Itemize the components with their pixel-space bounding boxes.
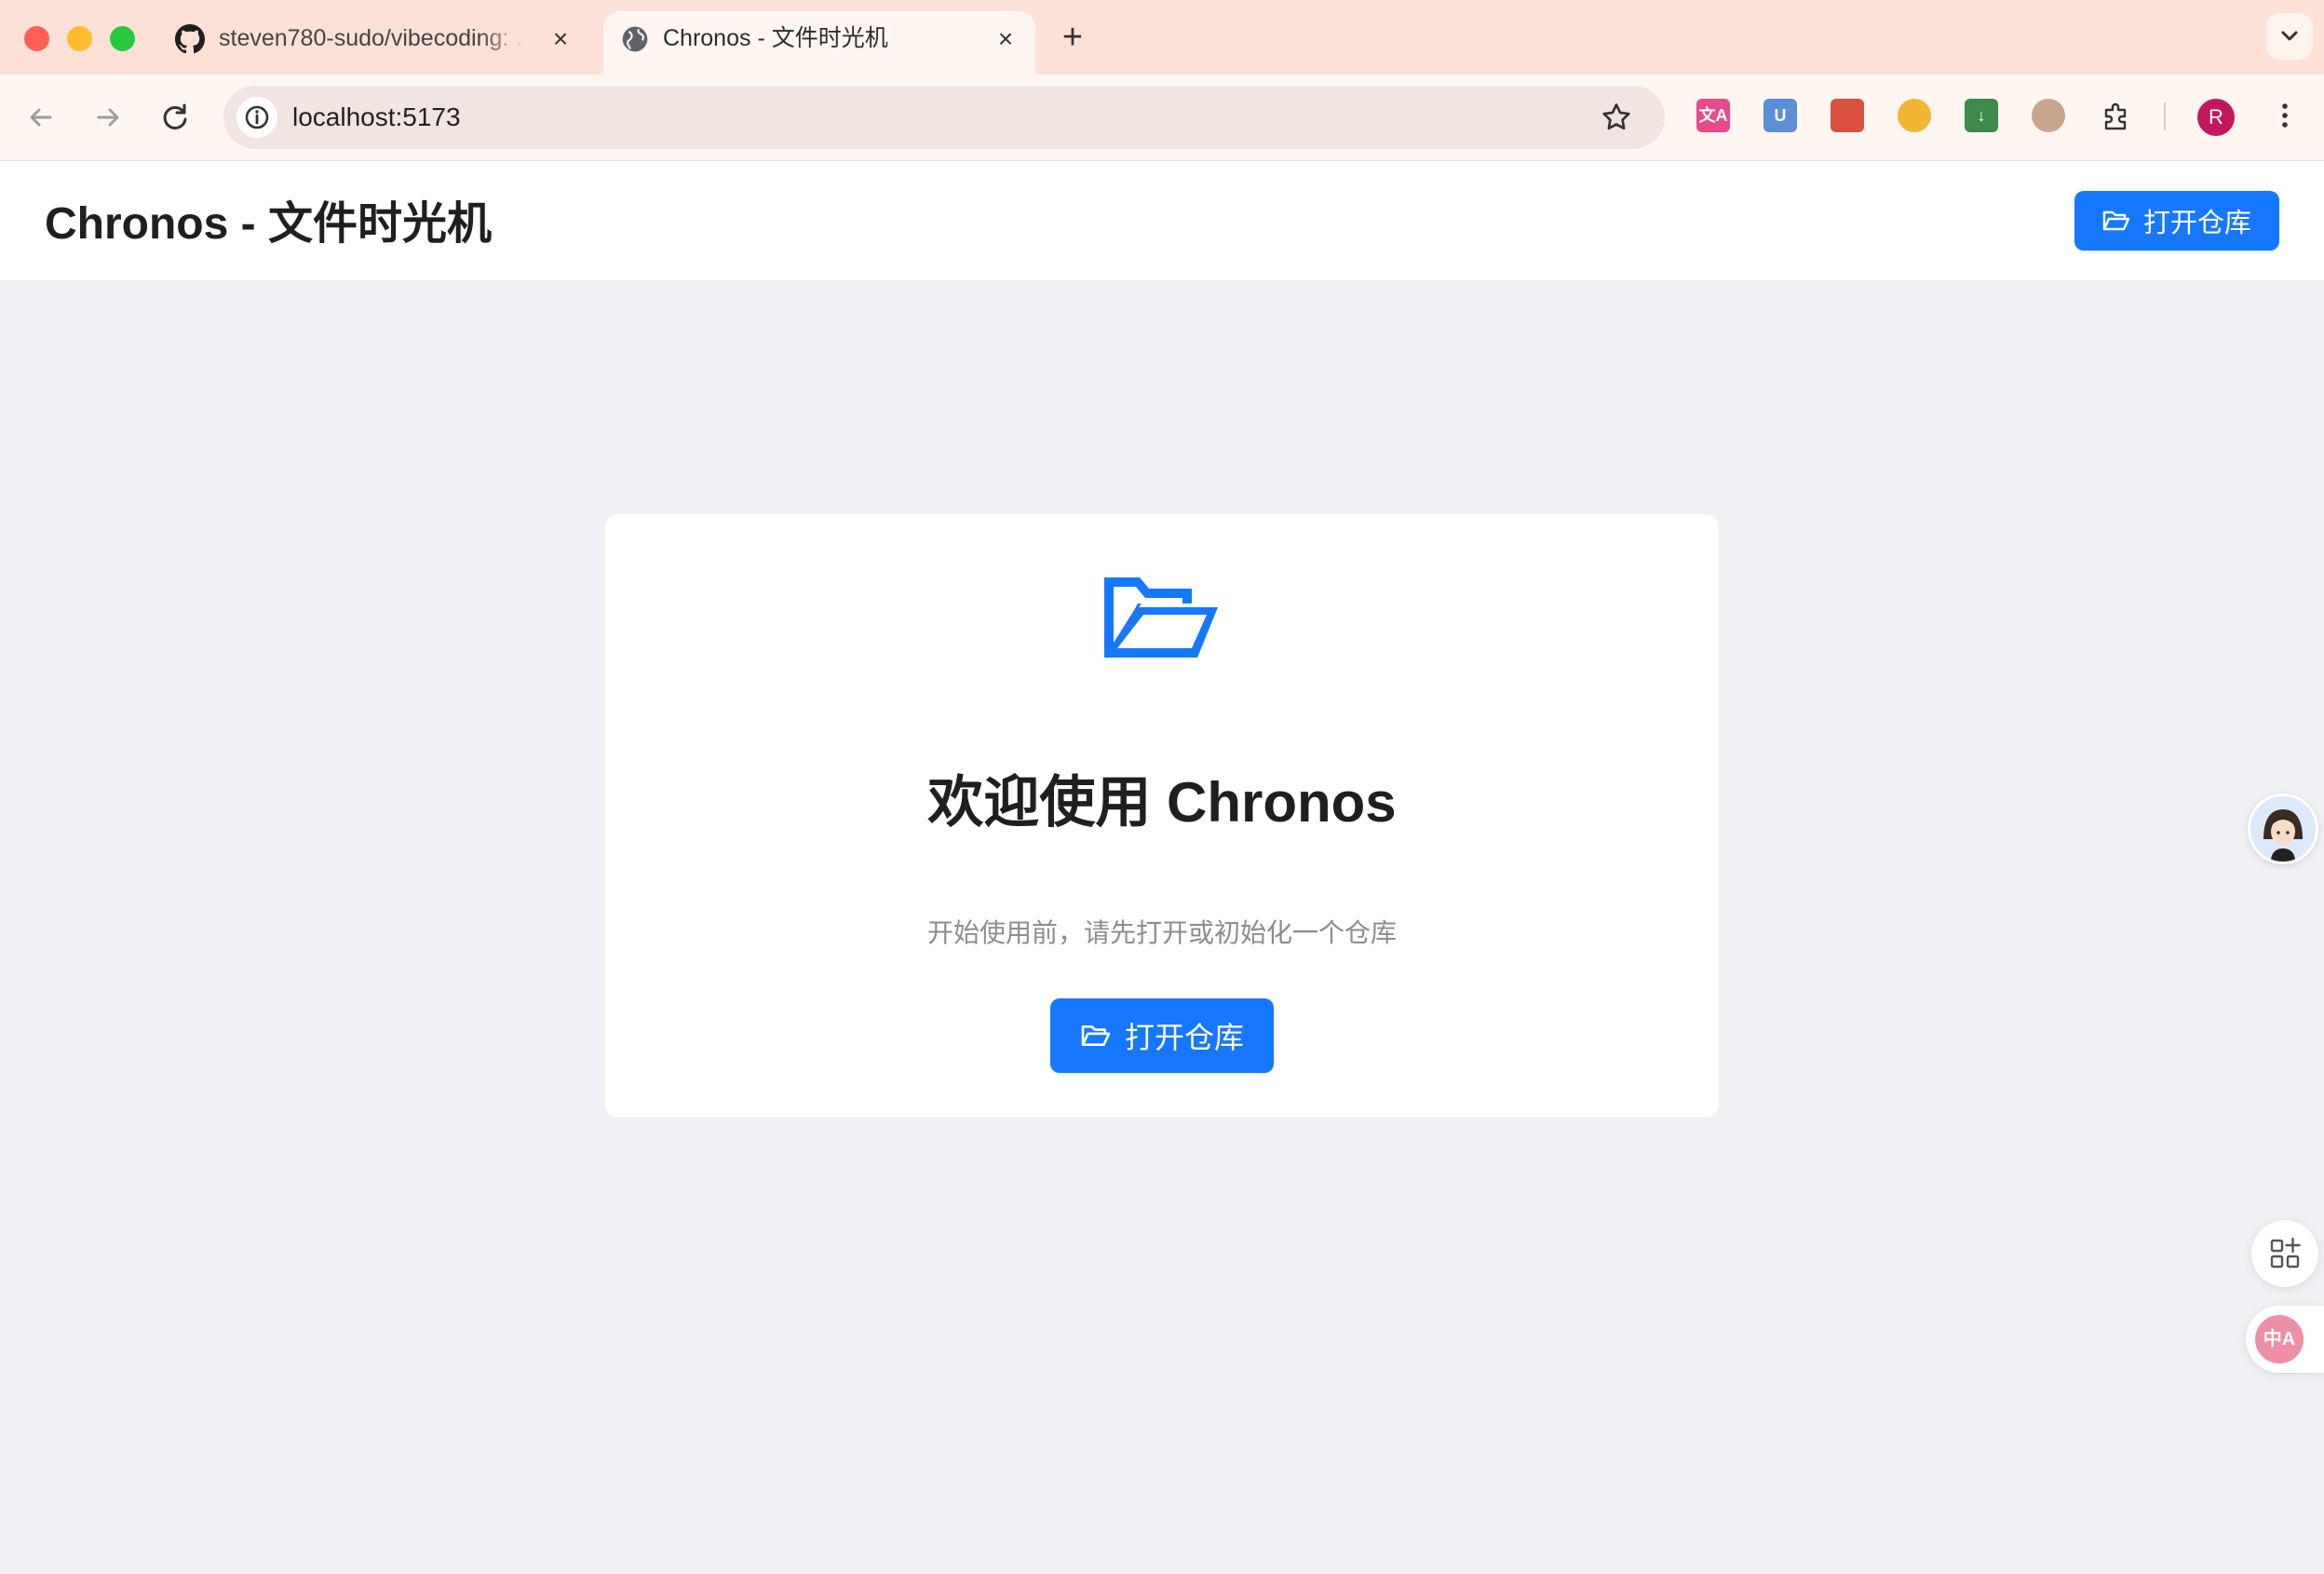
translate-icon[interactable]: 文A (1696, 99, 1730, 132)
tab-strip: steven780-sudo/vibecoding: … × Chronos -… (0, 0, 2324, 75)
tab-github[interactable]: steven780-sudo/vibecoding: … × (166, 11, 594, 75)
open-repository-label: 打开仓库 (2142, 209, 2251, 238)
translate-icon: 中A (2255, 1315, 2304, 1364)
tab-search-button[interactable] (2266, 13, 2313, 60)
bird-extension-icon[interactable] (1831, 99, 1864, 132)
close-window-button[interactable] (24, 26, 49, 51)
tab-chronos[interactable]: Chronos - 文件时光机 × (603, 11, 1035, 75)
github-icon (175, 24, 205, 54)
profile-avatar[interactable]: R (2197, 99, 2235, 136)
welcome-card: 欢迎使用 Chronos 开始使用前，请先打开或初始化一个仓库 打开仓库 (605, 514, 1719, 1118)
close-icon[interactable]: × (547, 26, 574, 52)
chevron-down-icon (2281, 31, 2298, 41)
download-extension-icon[interactable]: ↓ (1965, 99, 1998, 132)
translate-widget[interactable]: 中A (2246, 1306, 2324, 1373)
tab-title: Chronos - 文件时光机 (663, 25, 888, 51)
tab-title: steven780-sudo/vibecoding: … (219, 25, 526, 51)
extensions-puzzle-icon[interactable] (2099, 99, 2132, 132)
welcome-description: 开始使用前，请先打开或初始化一个仓库 (926, 918, 1397, 947)
open-repository-button[interactable]: 打开仓库 (1050, 998, 1274, 1073)
more-menu-icon[interactable] (2268, 99, 2302, 132)
url-text: localhost:5173 (292, 102, 461, 131)
globe-icon (622, 26, 648, 52)
minimize-window-button[interactable] (67, 26, 92, 51)
address-bar[interactable]: localhost:5173 (223, 86, 1665, 149)
maximize-window-button[interactable] (110, 26, 135, 51)
assistant-avatar-icon (2250, 796, 2316, 862)
page-title: Chronos - 文件时光机 (45, 199, 492, 249)
assistant-avatar-button[interactable] (2248, 794, 2318, 864)
apps-grid-icon (2270, 1237, 2301, 1269)
u-extension-icon[interactable]: U (1763, 99, 1797, 132)
apps-widget-button[interactable] (2251, 1220, 2318, 1287)
site-info-button[interactable] (236, 97, 277, 138)
app-header: Chronos - 文件时光机 打开仓库 (0, 161, 2324, 280)
forward-icon[interactable] (88, 97, 128, 138)
avatar-extension-icon[interactable] (2032, 99, 2065, 132)
folder-open-icon (2102, 210, 2130, 231)
info-icon (245, 105, 269, 129)
open-repository-button[interactable]: 打开仓库 (2074, 191, 2279, 251)
open-repository-label: 打开仓库 (1124, 1021, 1244, 1054)
reload-icon[interactable] (155, 97, 196, 138)
back-icon[interactable] (20, 97, 61, 138)
cat-extension-icon[interactable] (1898, 99, 1931, 132)
bookmark-star-icon[interactable] (1600, 101, 1633, 134)
close-icon[interactable]: × (993, 26, 1019, 52)
folder-open-icon (1104, 577, 1218, 658)
welcome-title: 欢迎使用 Chronos (927, 771, 1397, 834)
toolbar-divider (2164, 102, 2166, 130)
folder-open-icon (1081, 1025, 1111, 1046)
new-tab-button[interactable]: + (1058, 19, 1088, 56)
